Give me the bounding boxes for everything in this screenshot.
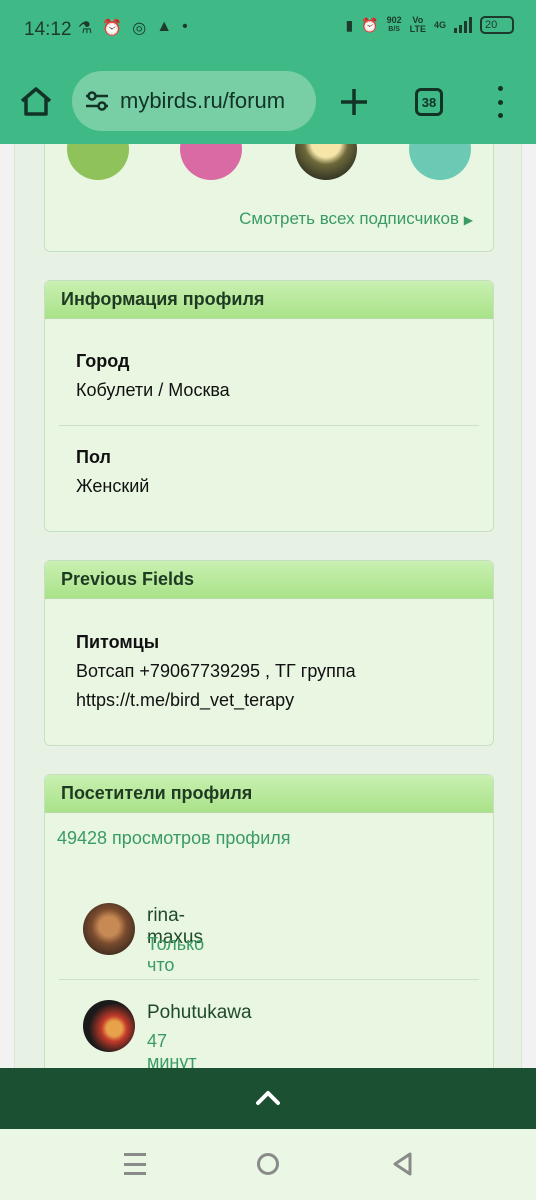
followers-card: Смотреть всех подписчиков ▶ [44,144,494,252]
battery-icon: 20 [480,16,514,34]
scroll-top-bar [0,1068,536,1129]
divider [59,979,479,980]
browser-top-bar: 14:12 ⚗ ⏰ ◎ ▲ • ▮ ⏰ 902 B/S Vo LTE 4G 20… [0,0,536,144]
follower-avatar[interactable] [67,144,129,180]
divider [59,425,479,426]
pets-value-line1: Вотсап +79067739295 , ТГ группа [76,661,356,681]
pets-value-line2[interactable]: https://t.me/bird_vet_terapy [76,686,294,715]
follower-avatar[interactable] [180,144,242,180]
flask-icon: ⚗ [78,20,93,37]
city-label: Город [76,351,130,371]
profile-visitors-card: Посетители профиля 49428 просмотров проф… [44,774,494,1068]
url-text[interactable]: mybirds.ru/forum [120,88,285,114]
status-time: 14:12 [24,19,72,40]
caret-right-icon: ▶ [463,213,473,227]
visitor-time: 47 минут назад [147,1031,197,1068]
volte-indicator: Vo LTE [409,15,426,34]
profile-views-count: 49428 просмотров профиля [57,828,291,848]
see-all-followers-link[interactable]: Смотреть всех подписчиков ▶ [239,209,473,229]
city-value: Кобулети / Москва [76,380,230,400]
net-speed: 902 B/S [386,15,402,34]
follower-avatar[interactable] [295,144,357,180]
vibrate-icon: ▮ [345,16,354,33]
address-bar[interactable]: mybirds.ru/forum [72,71,316,131]
home-icon[interactable] [16,82,56,122]
pets-label: Питомцы [76,632,160,652]
home-circle-icon[interactable] [257,1153,279,1175]
visitor-name[interactable]: Pohutukawa [147,1002,252,1024]
previous-fields-title: Previous Fields [45,561,493,599]
back-icon[interactable] [390,1151,414,1177]
site-settings-icon[interactable] [84,88,110,114]
chevron-up-icon[interactable] [253,1086,283,1110]
alarm-icon: ⏰ [102,20,123,37]
dot-icon: • [182,18,188,35]
visitor-time: Только что [147,934,205,975]
profile-info-card: Информация профиля Город Кобулети / Моск… [44,280,494,532]
avatar[interactable] [83,1000,135,1052]
follower-avatar[interactable] [409,144,471,180]
more-menu-icon[interactable] [490,86,510,118]
network-type: 4G [433,19,446,30]
visitors-title: Посетители профиля [45,775,493,813]
tab-switcher-button[interactable]: 38 [415,88,443,116]
browser-toolbar: mybirds.ru/forum 38 [0,58,536,144]
alarm-icon: ⏰ [361,16,379,33]
gender-label: Пол [76,447,111,467]
loop-icon: ◎ [132,20,147,37]
system-navigation-bar [0,1129,536,1200]
new-tab-icon[interactable] [337,85,371,119]
warning-icon: ▲ [156,18,173,35]
signal-icon [454,17,472,33]
web-page: Смотреть всех подписчиков ▶ Информация п… [0,144,536,1068]
recent-apps-icon[interactable] [124,1153,146,1175]
status-bar: 14:12 ⚗ ⏰ ◎ ▲ • ▮ ⏰ 902 B/S Vo LTE 4G 20 [0,0,536,58]
gender-value: Женский [76,476,150,496]
previous-fields-card: Previous Fields Питомцы Вотсап +79067739… [44,560,494,746]
profile-info-title: Информация профиля [45,281,493,319]
avatar[interactable] [83,903,135,955]
page-container: Смотреть всех подписчиков ▶ Информация п… [14,144,522,1068]
